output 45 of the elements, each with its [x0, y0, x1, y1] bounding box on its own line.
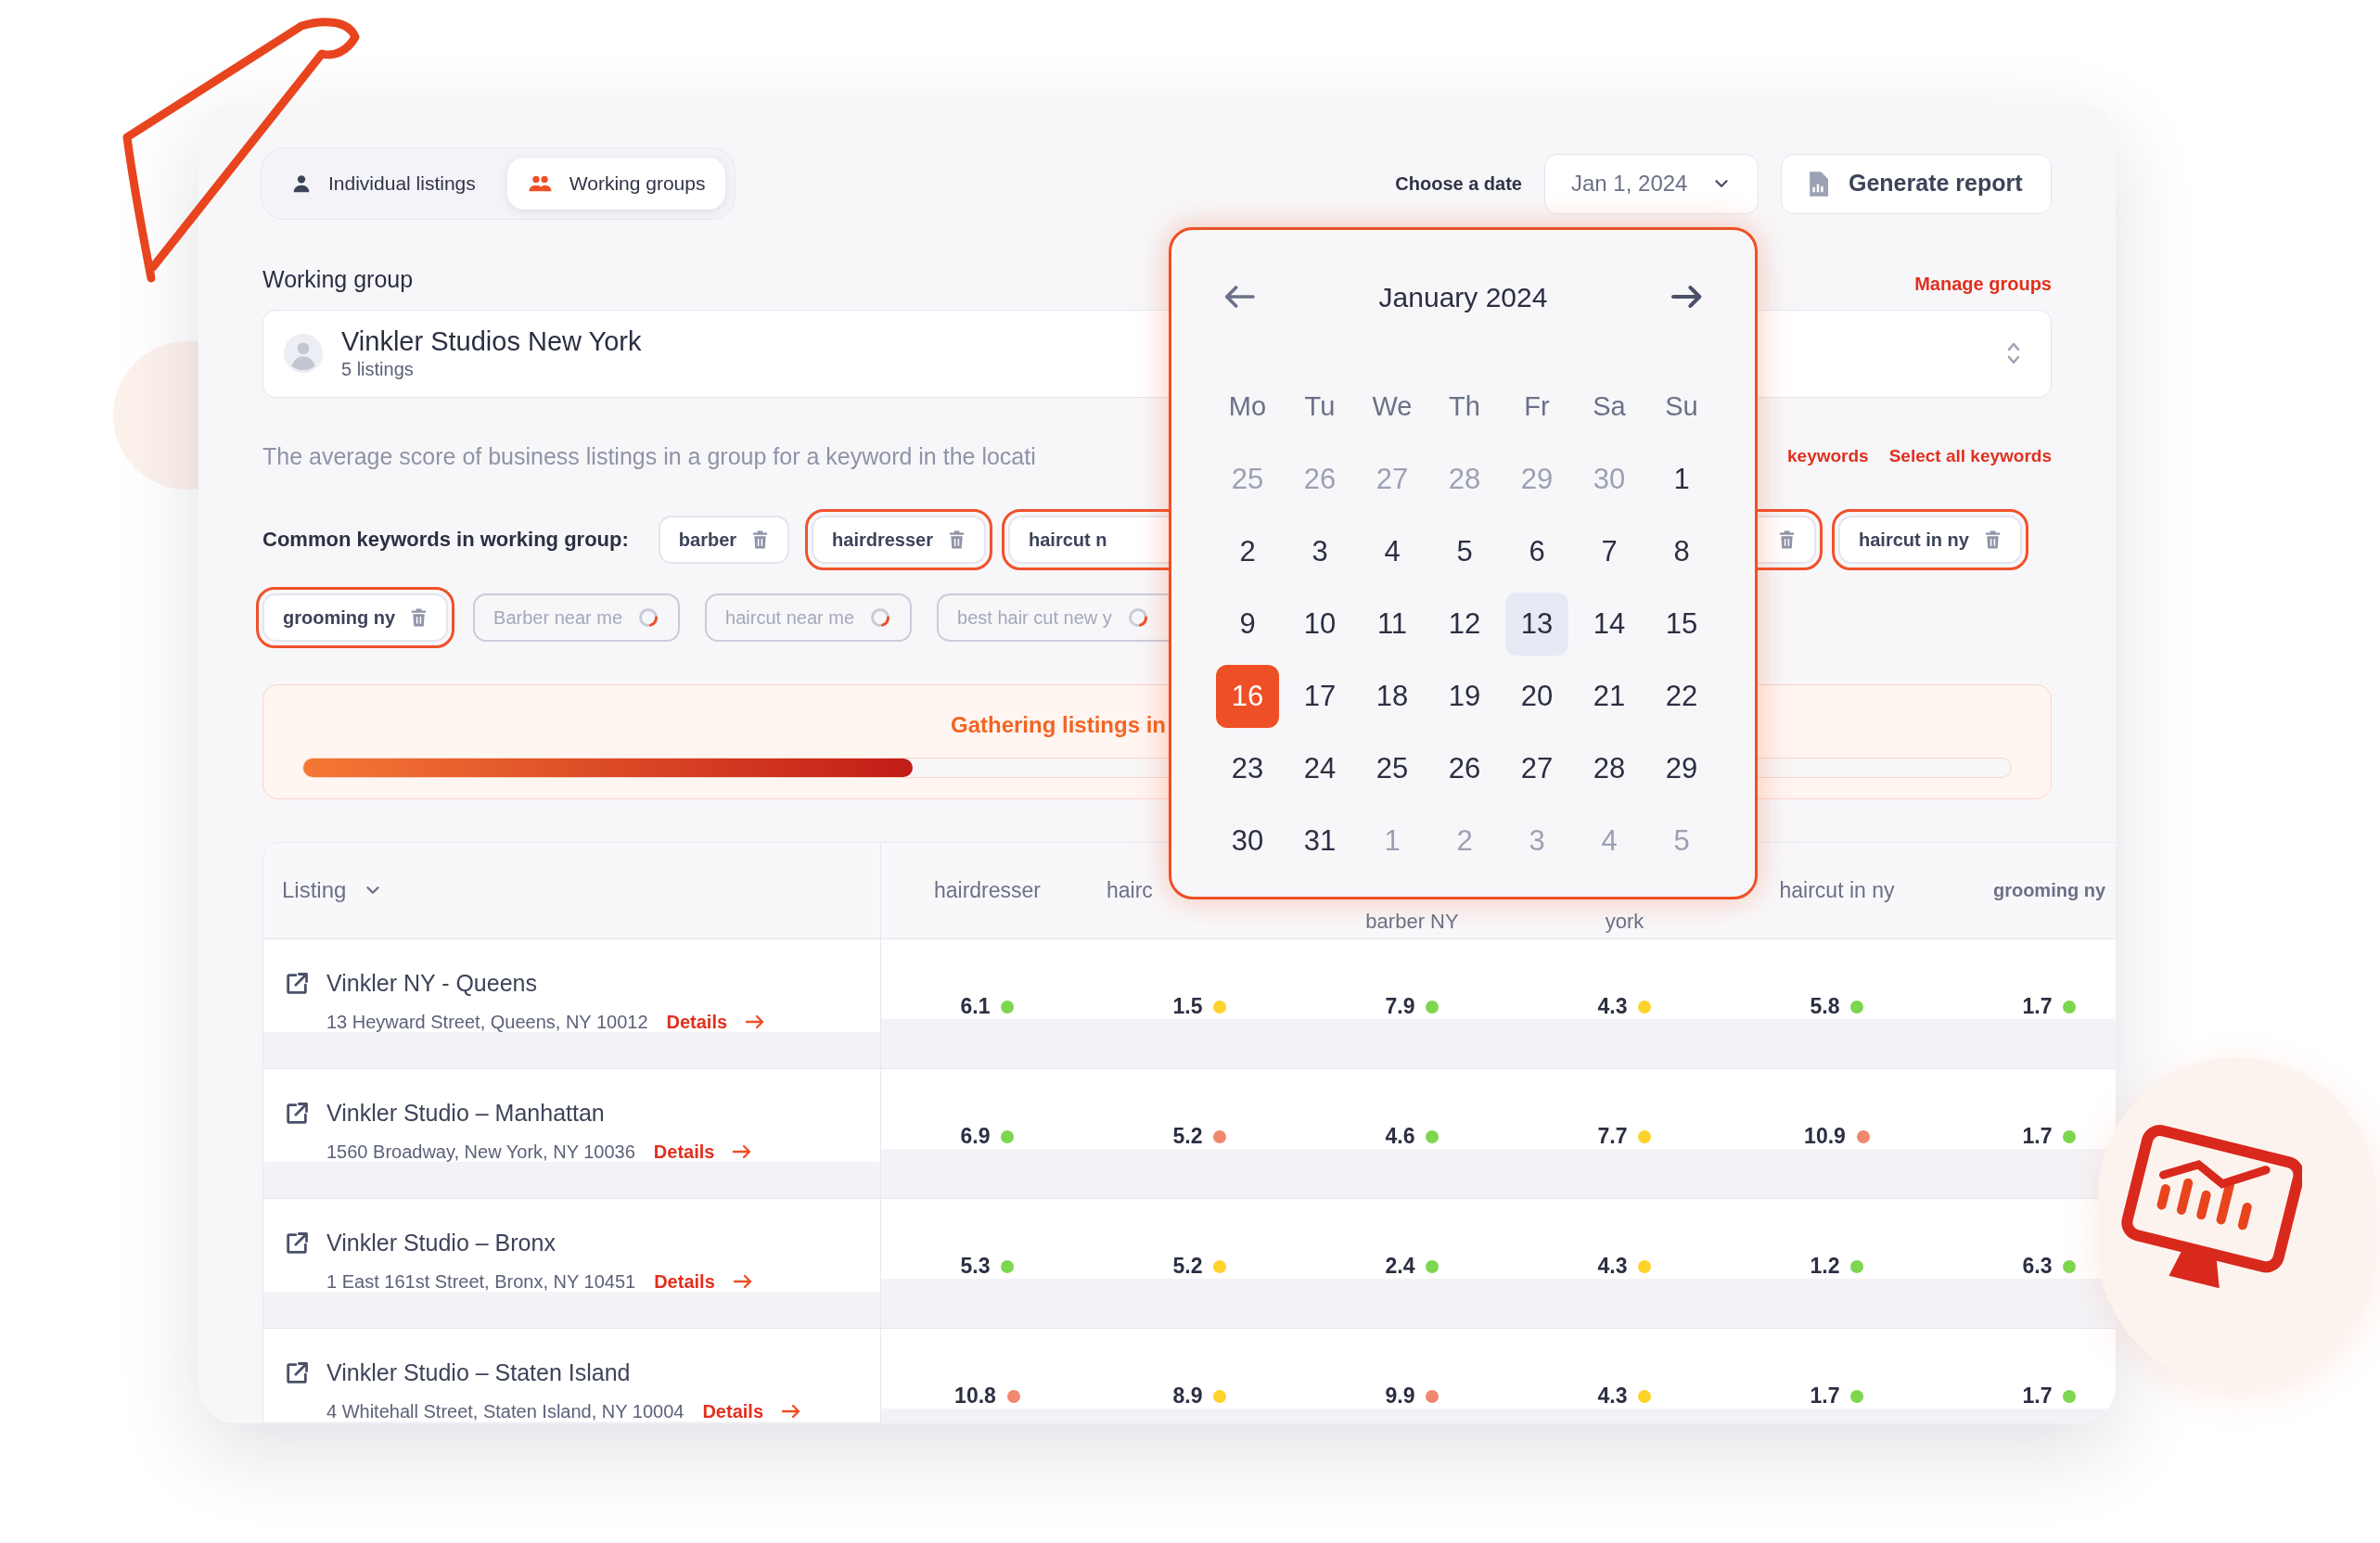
listing-name: Vinkler Studio – Bronx: [326, 1228, 556, 1257]
listing-address: 1 East 161st Street, Bronx, NY 10451: [326, 1269, 636, 1294]
score-value: 4.3: [1597, 1252, 1628, 1280]
score-value: 5.2: [1172, 1122, 1203, 1150]
score-value: 6.1: [960, 992, 991, 1020]
score-value: 6.3: [2022, 1252, 2053, 1280]
score-value: 5.8: [1810, 992, 1840, 1020]
score-value: 7.7: [1597, 1122, 1628, 1150]
group-name: Vinkler Studios New York: [341, 325, 643, 357]
score-value: 1.7: [1810, 1382, 1840, 1409]
score-value: 4.6: [1385, 1122, 1415, 1150]
column-header: hairc: [1107, 876, 1153, 904]
score-value: 1.7: [2022, 1122, 2053, 1150]
score-value: 1.7: [2022, 992, 2053, 1020]
date-label: Choose a date: [1395, 172, 1522, 196]
column-header: grooming ny: [1992, 879, 2106, 902]
score-value: 10.8: [954, 1382, 996, 1409]
column-header: barber NY: [1365, 908, 1459, 935]
listing-address: 1560 Broadway, New York, NY 10036: [326, 1140, 635, 1164]
score-value: 1.7: [2022, 1382, 2053, 1409]
column-header: york: [1605, 908, 1644, 935]
description-text: The average score of business listings in a group for a keyword in the locati: [262, 441, 1036, 471]
listing-name: Vinkler Studio – Staten Island: [326, 1358, 631, 1387]
score-value: 1.2: [1810, 1252, 1840, 1280]
keywords-label: Common keywords in working group:: [262, 527, 629, 553]
working-group-label: Working group: [262, 265, 414, 294]
score-value: 10.9: [1804, 1122, 1846, 1150]
score-value: 4.3: [1597, 1382, 1628, 1409]
score-value: 9.9: [1385, 1382, 1415, 1409]
score-value: 6.9: [960, 1122, 991, 1150]
score-value: 7.9: [1385, 992, 1415, 1020]
score-value: 2.4: [1385, 1252, 1415, 1280]
progress-label: Gathering listings in: [951, 710, 1168, 739]
score-value: 8.9: [1172, 1382, 1203, 1409]
listing-address: 13 Heyward Street, Queens, NY 10012: [326, 1010, 648, 1034]
score-value: 4.3: [1597, 992, 1628, 1020]
score-value: 5.2: [1172, 1252, 1203, 1280]
listing-name: Vinkler NY - Queens: [326, 968, 537, 998]
column-header: haircut in ny: [1779, 876, 1895, 904]
listing-count: 5 listings: [341, 358, 415, 381]
column-header: hairdresser: [933, 876, 1041, 904]
listing-name: Vinkler Studio – Manhattan: [326, 1098, 605, 1128]
listing-address: 4 Whitehall Street, Staten Island, NY 10004: [326, 1399, 685, 1423]
score-value: 1.5: [1172, 992, 1203, 1020]
score-value: 5.3: [960, 1252, 991, 1280]
